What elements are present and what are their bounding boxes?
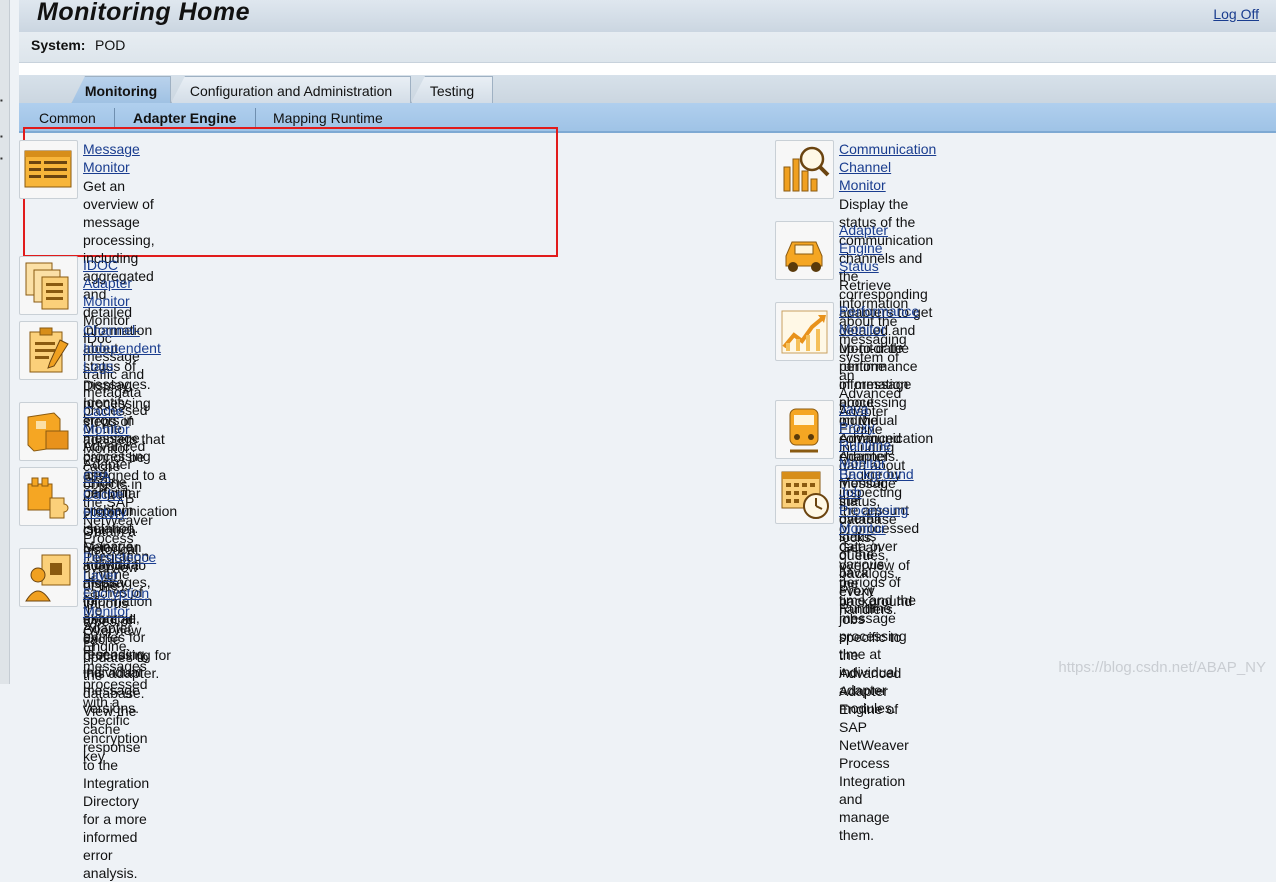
content-area: Message Monitor Get an overview of messa… — [19, 127, 1276, 881]
item-description: Overview of messages processed with a sp… — [83, 622, 148, 764]
item-description: Get an overview of the background jobs s… — [839, 539, 913, 843]
system-bar: System: POD — [19, 32, 1276, 63]
cache-monitor-link[interactable]: Cache Monitor — [83, 402, 153, 438]
title-bar: Monitoring Home Log Off — [19, 0, 1276, 32]
idoc-adapter-monitor-link[interactable]: IDOC Adapter Monitor — [83, 256, 148, 310]
tab-monitoring[interactable]: Monitoring — [71, 76, 171, 104]
persistence-layer-encryption-monitor-link[interactable]: Persistence Layer Encryption Monitor — [83, 548, 156, 620]
cache-boxes-icon[interactable] — [19, 402, 78, 461]
encryption-user-icon[interactable] — [19, 548, 78, 607]
tab-configuration-and-administration[interactable]: Configuration and Administration — [171, 76, 411, 103]
gutter-mark: ▪ — [0, 132, 3, 141]
idoc-documents-icon[interactable] — [19, 256, 78, 315]
page-title: Monitoring Home — [37, 0, 251, 26]
subnav-separator — [114, 108, 115, 128]
calendar-clock-icon[interactable] — [775, 465, 834, 524]
gutter-mark: ▪ — [0, 96, 3, 105]
system-label: System: — [31, 37, 86, 53]
puzzle-history-icon[interactable] — [19, 467, 78, 526]
monitoring-app: Monitoring Home Log Off System: POD Moni… — [19, 0, 1276, 881]
system-value: POD — [95, 37, 126, 53]
log-off-link[interactable]: Log Off — [1213, 6, 1259, 22]
message-list-icon[interactable] — [19, 140, 78, 199]
cpa-cache-history-link[interactable]: CPA Cache History — [83, 467, 149, 521]
channel-chart-magnifier-icon[interactable] — [775, 140, 834, 199]
subnav-mapping-runtime[interactable]: Mapping Runtime — [273, 110, 383, 126]
adapter-engine-status-link[interactable]: Adapter Engine Status — [839, 221, 908, 275]
background-job-processing-monitor-link[interactable]: Background Job Processing Monitor — [839, 465, 914, 537]
engine-car-icon[interactable] — [775, 221, 834, 280]
tab-testing[interactable]: Testing — [411, 76, 493, 103]
divider — [19, 63, 1276, 75]
subnav-separator — [255, 108, 256, 128]
subnav-adapter-engine[interactable]: Adapter Engine — [133, 110, 236, 126]
clipboard-log-icon[interactable] — [19, 321, 78, 380]
watermark: https://blog.csdn.net/ABAP_NY — [1058, 659, 1266, 676]
communication-channel-monitor-link[interactable]: Communication Channel Monitor — [839, 140, 936, 194]
proxy-train-icon[interactable] — [775, 400, 834, 459]
subnav-common[interactable]: Common — [39, 110, 96, 126]
gutter-mark: ▪ — [0, 154, 3, 163]
channel-independent-logs-link[interactable]: Channel-Independent Logs — [83, 321, 177, 375]
performance-monitor-link[interactable]: Performance Monitor — [839, 302, 919, 338]
java-proxy-runtime-monitor-link[interactable]: Java Proxy Runtime Monitor — [839, 400, 891, 472]
performance-graph-icon[interactable] — [775, 302, 834, 361]
main-tabs: Monitoring Configuration and Administrat… — [19, 75, 1276, 104]
message-monitor-link[interactable]: Message Monitor — [83, 140, 155, 176]
left-gutter: ▪ ▪ ▪ — [0, 0, 10, 684]
